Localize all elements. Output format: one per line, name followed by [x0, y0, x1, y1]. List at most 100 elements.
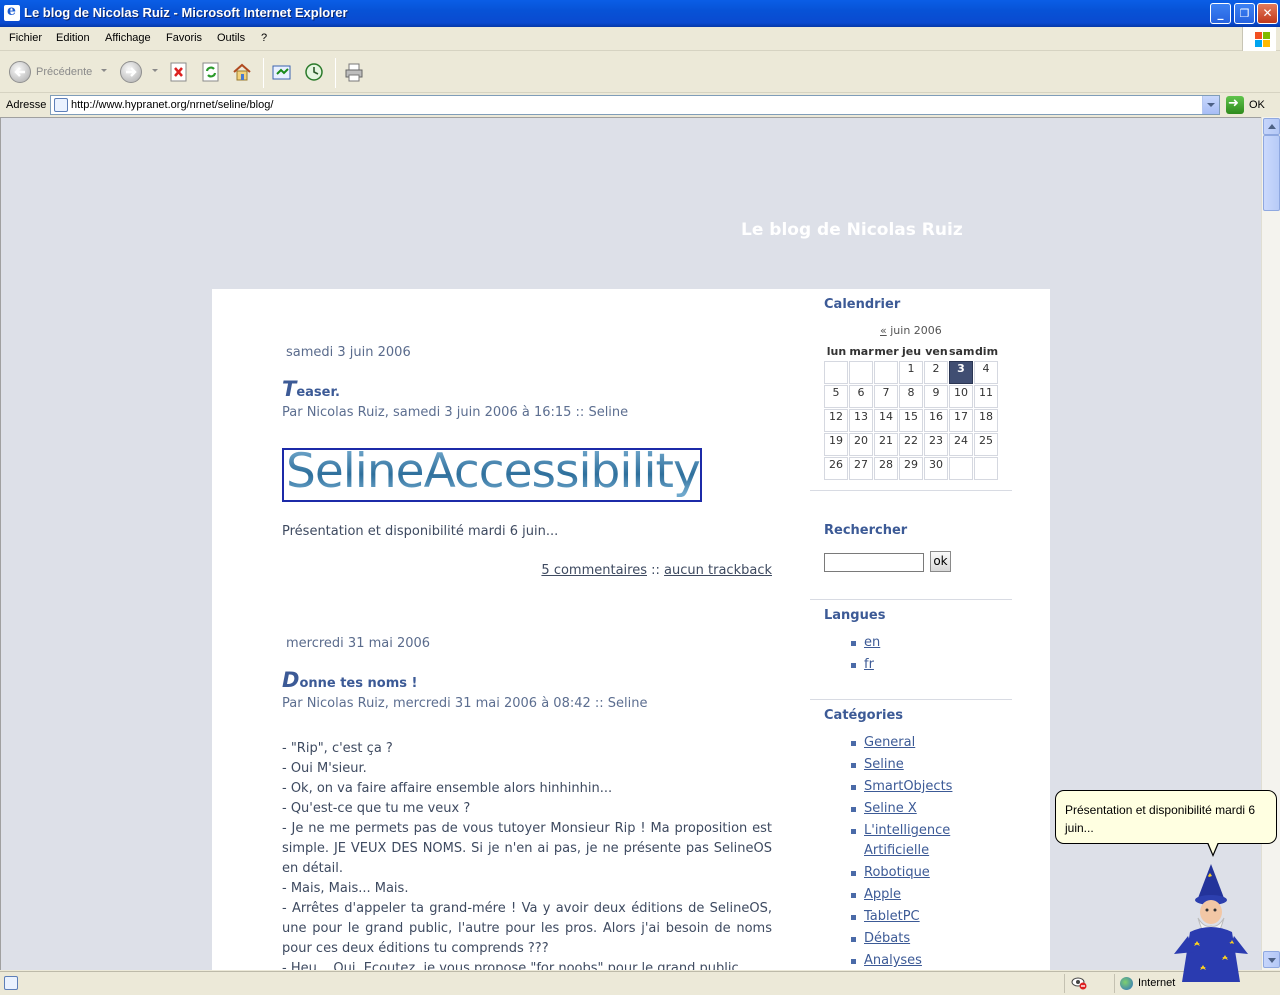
address-url[interactable]: http://www.hypranet.org/nrnet/seline/blo…: [71, 99, 273, 111]
calendar-day: 2: [924, 361, 948, 384]
calendar-day: [974, 457, 998, 480]
calendar-day-header: mer: [874, 345, 899, 358]
maximize-button[interactable]: ❐: [1234, 3, 1255, 24]
blog-content: samedi 3 juin 2006 Teaser. Par Nicolas R…: [212, 289, 1050, 970]
calendar-day: 10: [949, 385, 973, 408]
back-button[interactable]: [9, 61, 31, 83]
menu-favoris[interactable]: Favoris: [166, 32, 202, 44]
back-dropdown-icon[interactable]: [101, 69, 107, 72]
page-status-icon: [4, 976, 18, 990]
calendar-day: 20: [849, 433, 873, 456]
calendar-day: 14: [874, 409, 898, 432]
list-item: L'intelligence Artificielle: [824, 821, 1012, 861]
address-dropdown-icon[interactable]: [1202, 96, 1219, 114]
menu-bar: Fichier Edition Affichage Favoris Outils…: [0, 27, 1280, 51]
close-button[interactable]: ✕: [1257, 3, 1278, 24]
language-link-fr[interactable]: fr: [864, 657, 874, 672]
post-paragraph: - Ok, on va faire affaire ensemble alors…: [282, 781, 613, 796]
category-link[interactable]: Apple: [864, 887, 901, 902]
category-link[interactable]: Seline X: [864, 801, 917, 816]
forward-arrow-icon: [126, 67, 137, 77]
agent-balloon[interactable]: Présentation et disponibilité mardi 6 ju…: [1055, 790, 1277, 844]
calendar-day: 28: [874, 457, 898, 480]
category-link[interactable]: General: [864, 735, 915, 750]
language-link-en[interactable]: en: [864, 635, 880, 650]
toolbar: Précédente: [0, 52, 1280, 93]
post-title[interactable]: Teaser.: [282, 377, 340, 401]
scroll-thumb[interactable]: [1263, 135, 1280, 211]
address-input[interactable]: http://www.hypranet.org/nrnet/seline/blo…: [50, 95, 1220, 115]
comments-link[interactable]: 5 commentaires: [541, 563, 647, 578]
blog-title[interactable]: Le blog de Nicolas Ruiz: [741, 220, 963, 240]
minimize-button[interactable]: _: [1210, 3, 1231, 24]
calendar-day: 30: [924, 457, 948, 480]
calendar-month: juin 2006: [890, 324, 942, 337]
post-title-initial: T: [282, 377, 297, 401]
category-link[interactable]: Analyses: [864, 953, 922, 968]
ie-icon[interactable]: [4, 3, 20, 21]
history-icon[interactable]: [304, 62, 324, 82]
status-separator: [1064, 974, 1065, 993]
toolbar-separator: [263, 58, 264, 88]
calendar-day-today[interactable]: 3: [949, 361, 973, 384]
post-date: mercredi 31 mai 2006: [286, 636, 431, 651]
forward-dropdown-icon[interactable]: [152, 69, 158, 72]
calendar-day-header: dim: [974, 345, 999, 358]
calendar-day-header: jeu: [901, 345, 922, 358]
menu-edition[interactable]: Edition: [56, 32, 90, 44]
wizard-agent-icon[interactable]: [1170, 862, 1252, 986]
category-link[interactable]: Robotique: [864, 865, 930, 880]
post-paragraph: - Oui M'sieur.: [282, 761, 367, 776]
search-button[interactable]: ok: [930, 551, 951, 572]
post-meta: Par Nicolas Ruiz, mercredi 31 mai 2006 à…: [282, 696, 648, 711]
list-item: TabletPC: [824, 907, 1012, 927]
menu-fichier[interactable]: Fichier: [9, 32, 42, 44]
categories-list: General Seline SmartObjects Seline X L'i…: [824, 733, 1012, 970]
links-separator: ::: [651, 563, 660, 578]
go-button[interactable]: OK: [1249, 99, 1265, 111]
languages-list: en fr: [824, 633, 1012, 677]
list-item: Débats: [824, 929, 1012, 949]
calendar-day: 29: [899, 457, 923, 480]
calendar-day: 9: [924, 385, 948, 408]
calendar-day: 1: [899, 361, 923, 384]
calendar-day: 19: [824, 433, 848, 456]
category-link[interactable]: SmartObjects: [864, 779, 952, 794]
window-title: Le blog de Nicolas Ruiz - Microsoft Inte…: [24, 5, 348, 20]
menu-outils[interactable]: Outils: [217, 32, 245, 44]
refresh-icon[interactable]: [201, 62, 221, 82]
scroll-down-icon[interactable]: [1263, 951, 1280, 968]
title-bar: Le blog de Nicolas Ruiz - Microsoft Inte…: [0, 0, 1280, 27]
back-label: Précédente: [36, 66, 93, 78]
go-arrow-icon[interactable]: [1226, 96, 1244, 114]
menu-affichage[interactable]: Affichage: [105, 32, 151, 44]
list-item: fr: [824, 655, 1012, 675]
print-icon[interactable]: [344, 62, 364, 82]
page-icon: [54, 98, 68, 112]
list-item: en: [824, 633, 1012, 653]
home-icon[interactable]: [232, 62, 252, 82]
list-item: Apple: [824, 885, 1012, 905]
calendar-prev-link[interactable]: «: [880, 324, 887, 337]
ie-window: Le blog de Nicolas Ruiz - Microsoft Inte…: [0, 0, 1280, 995]
post-paragraph: - "Rip", c'est ça ?: [282, 741, 393, 756]
scroll-up-icon[interactable]: [1263, 118, 1280, 135]
post-excerpt: Présentation et disponibilité mardi 6 ju…: [282, 524, 559, 539]
post-title[interactable]: Donne tes noms !: [282, 668, 417, 692]
category-link[interactable]: Seline: [864, 757, 904, 772]
category-link[interactable]: L'intelligence Artificielle: [864, 823, 950, 858]
category-link[interactable]: Débats: [864, 931, 910, 946]
calendar-day: [849, 361, 873, 384]
post-meta: Par Nicolas Ruiz, samedi 3 juin 2006 à 1…: [282, 405, 629, 420]
search-input[interactable]: [824, 553, 924, 572]
menu-help[interactable]: ?: [261, 32, 267, 44]
calendar-day: 26: [824, 457, 848, 480]
stop-icon[interactable]: [169, 62, 189, 82]
trackback-link[interactable]: aucun trackback: [664, 563, 772, 578]
category-link[interactable]: TabletPC: [864, 909, 920, 924]
balloon-tail: [1207, 842, 1219, 857]
forward-button[interactable]: [120, 61, 142, 83]
favorites-icon[interactable]: [272, 62, 292, 82]
calendar-day: 17: [949, 409, 973, 432]
privacy-icon[interactable]: [1071, 976, 1087, 990]
